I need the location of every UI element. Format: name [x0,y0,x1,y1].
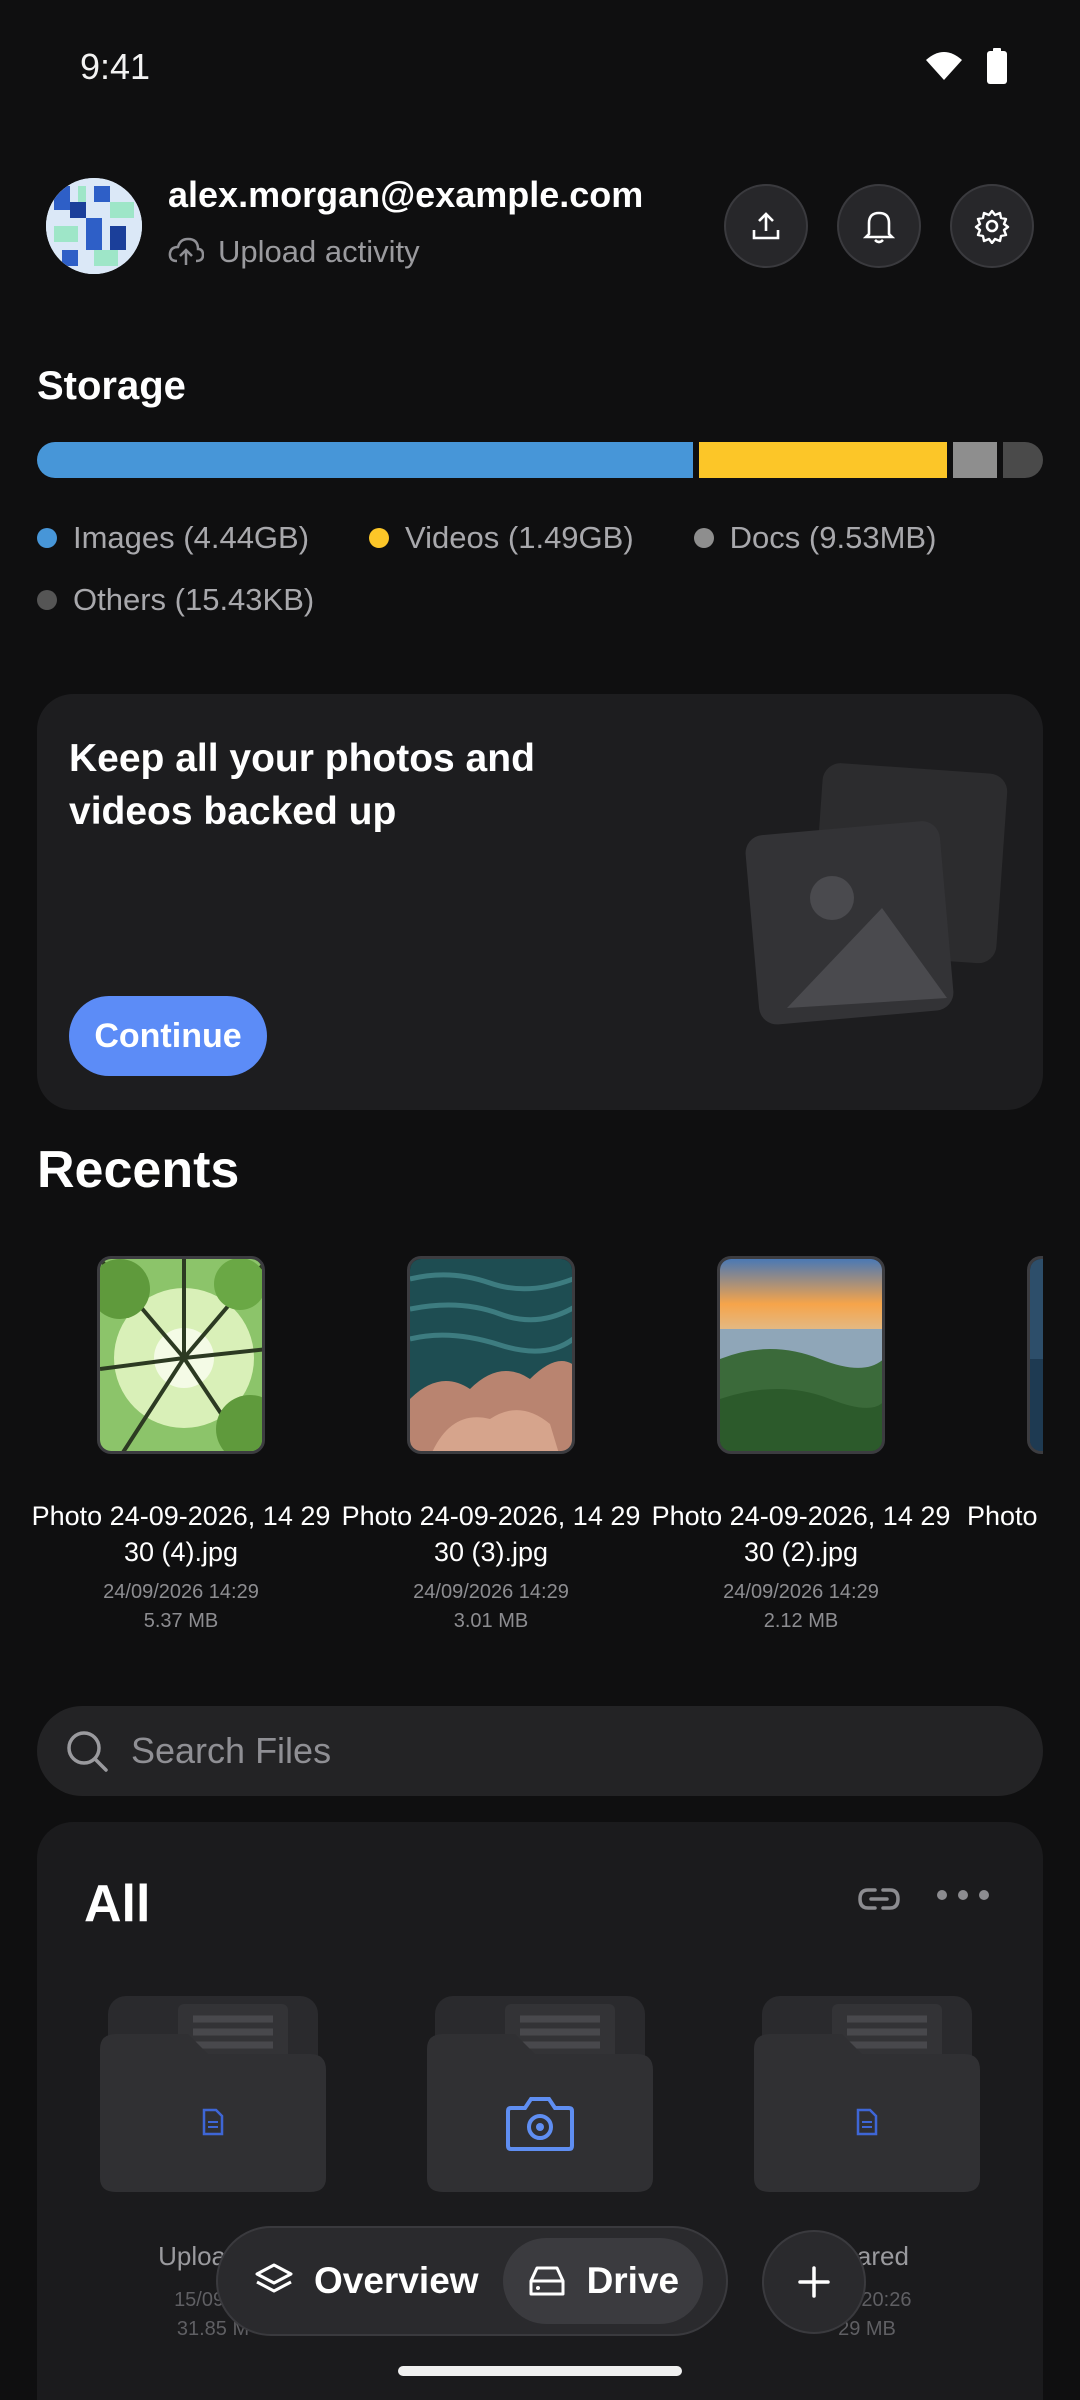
legend-dot [369,528,390,548]
recent-item[interactable]: Photo 24 [961,1256,1043,1571]
avatar-pattern [46,178,142,274]
recent-size: 2.12 MB [763,1610,839,1632]
cloud-upload-icon [168,237,204,265]
camera-icon [506,2097,574,2151]
gear-icon [974,209,1010,244]
upload-activity-link[interactable]: Upload activity [168,234,420,270]
promo-title: Keep all your photos and videos backed u… [69,737,535,833]
legend-dot [693,528,714,548]
legend-videos: Videos (1.49GB) [369,520,634,556]
sunset-forest-image [720,1259,882,1451]
bell-icon [862,211,896,244]
search-placeholder: Search Files [131,1730,332,1771]
document-icon [202,2108,224,2136]
recent-size: 3.01 MB [453,1610,529,1632]
status-bar: 9:41 [0,0,1080,130]
status-icons [924,48,1008,84]
legend-label: Others (15.43KB) [73,582,315,617]
recent-size: 5.37 MB [143,1610,219,1632]
storage-segment-images [37,442,694,478]
legend-images: Images (4.44GB) [37,520,309,556]
recent-name: Photo 24-09-2026, 14 29 30 (3).jpg [341,1501,641,1567]
upload-activity-label: Upload activity [218,234,420,269]
continue-button[interactable]: Continue [69,996,267,1076]
legend-label: Docs (9.53MB) [729,520,937,555]
folder-icon [754,1996,980,2192]
recent-thumbnail [1027,1256,1043,1454]
legend-label: Videos (1.49GB) [405,520,634,555]
more-options-icon[interactable] [937,1890,989,1900]
recent-item[interactable]: Photo 24-09-2026, 14 29 30 (3).jpg 24/09… [341,1256,641,1636]
link-icon[interactable] [857,1884,901,1914]
recent-date: 24/09/2026 14:29 [103,1581,259,1603]
tab-label: Overview [314,2260,479,2301]
legend-dot [37,590,57,610]
bottom-navigation: Overview Drive [216,2226,728,2336]
legend-others: Others (15.43KB) [37,582,314,618]
document-icon [856,2108,878,2136]
search-icon [67,1731,108,1772]
recent-name: Photo 24-09-2026, 14 29 30 (4).jpg [31,1501,331,1567]
photos-illustration-icon [745,763,1008,1025]
coast-image [1030,1259,1043,1451]
drive-icon [529,2266,565,2296]
upload-button[interactable] [724,184,808,268]
status-time: 9:41 [80,46,151,87]
notifications-button[interactable] [837,184,921,268]
battery-icon [987,48,1007,84]
search-input[interactable]: Search Files [37,1706,1043,1796]
storage-segment-docs [953,442,998,478]
recent-date: 24 [961,1542,1043,1571]
avatar[interactable] [46,178,142,274]
recents-title: Recents [37,1141,240,1199]
add-button[interactable] [762,2230,866,2334]
tab-drive[interactable]: Drive [502,2238,704,2324]
recent-date: 24/09/2026 14:29 [723,1581,879,1603]
legend-docs: Docs (9.53MB) [693,520,937,556]
sea-rocks-image [410,1259,572,1451]
recent-thumbnail [717,1256,885,1454]
recent-item[interactable]: Photo 24-09-2026, 14 29 30 (4).jpg 24/09… [31,1256,331,1636]
settings-button[interactable] [950,184,1034,268]
panel-title: All [84,1875,151,1933]
folder-icon [100,1996,326,2192]
folder-item[interactable] [425,1994,655,2241]
tab-overview[interactable]: Overview [230,2238,503,2324]
account-email: alex.morgan@example.com [168,174,644,215]
recent-thumbnail [407,1256,575,1454]
storage-usage-bar [37,442,1043,478]
storage-title: Storage [37,364,186,408]
storage-legend: Images (4.44GB) Videos (1.49GB) Docs (9.… [37,520,1047,618]
layers-icon [255,2263,293,2293]
recent-date: 24/09/2026 14:29 [413,1581,569,1603]
upload-icon [752,212,780,240]
forest-canopy-image [100,1259,262,1451]
legend-label: Images (4.44GB) [73,520,310,555]
legend-dot [37,528,57,548]
storage-segment-videos [699,442,948,478]
recent-item[interactable]: Photo 24-09-2026, 14 29 30 (2).jpg 24/09… [651,1256,951,1636]
recent-name: Photo 24-09-2026, 14 29 30 (2).jpg [651,1501,951,1567]
recent-name: Photo [967,1501,1038,1531]
home-indicator[interactable] [398,2366,682,2376]
wifi-icon [926,52,962,80]
tab-label: Drive [586,2260,680,2301]
recent-thumbnail [97,1256,265,1454]
recents-list: Photo 24-09-2026, 14 29 30 (4).jpg 24/09… [0,1256,1043,1646]
plus-icon [798,2266,830,2298]
storage-segment-others [1003,442,1043,478]
backup-promo-card: Keep all your photos and videos backed u… [37,694,1043,1110]
